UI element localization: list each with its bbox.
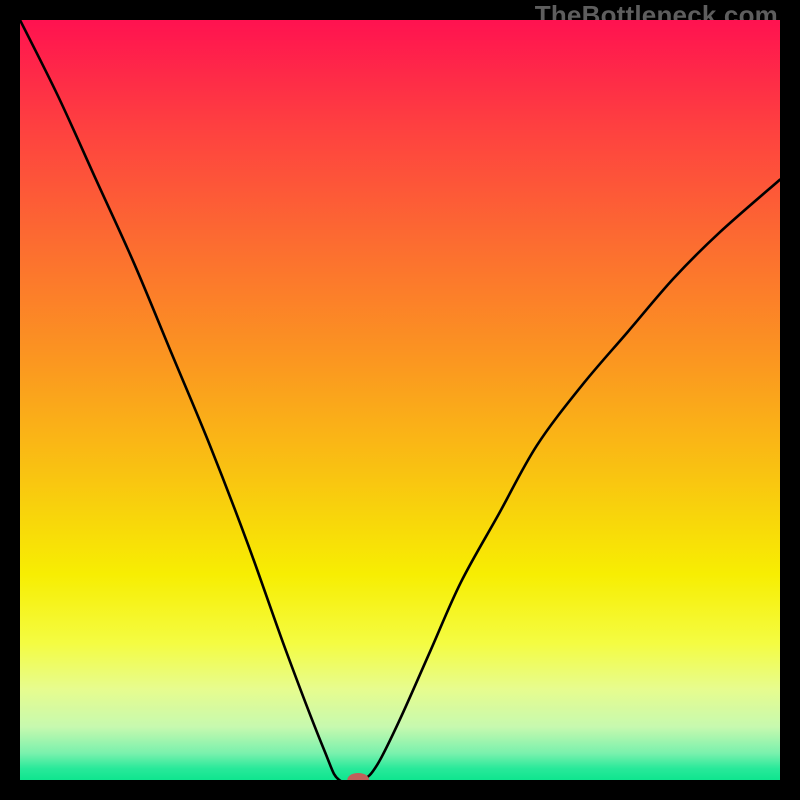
plot-area	[20, 20, 780, 780]
chart-background	[20, 20, 780, 780]
chart-svg	[20, 20, 780, 780]
chart-frame: TheBottleneck.com	[0, 0, 800, 800]
